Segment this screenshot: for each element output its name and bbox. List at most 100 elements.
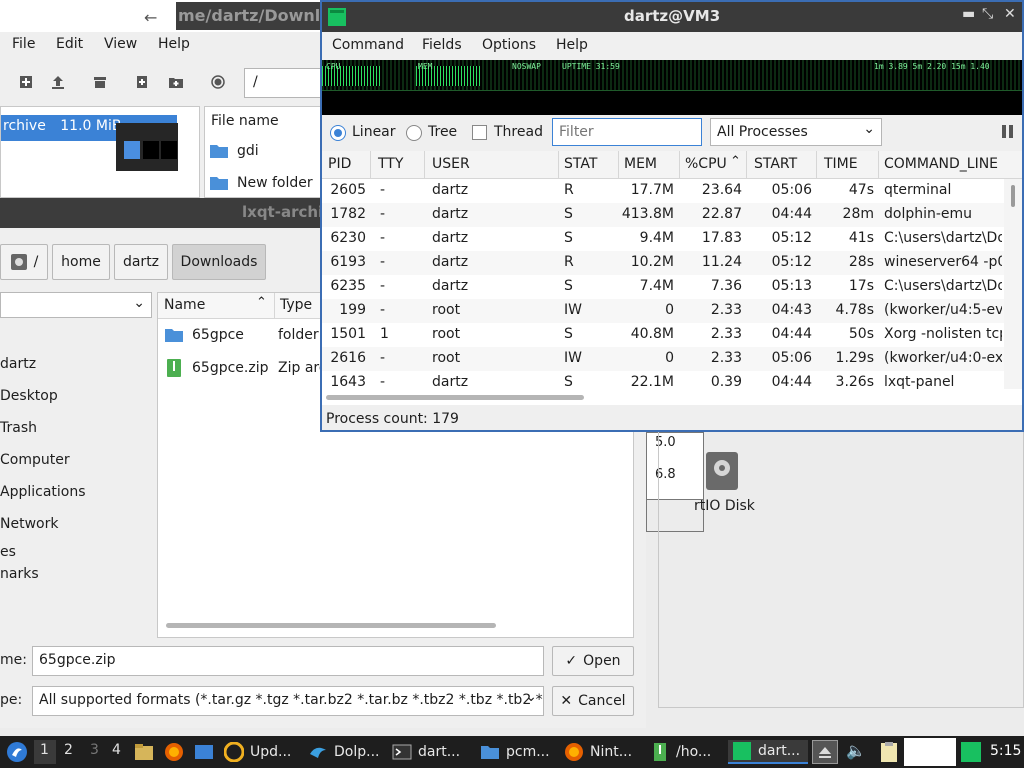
place-dartz[interactable]: dartz — [0, 356, 36, 372]
list-item[interactable]: 65gpce.zip Zip arc — [164, 359, 327, 377]
breadcrumb-downloads[interactable]: Downloads — [172, 244, 266, 280]
tree-radio[interactable] — [406, 125, 422, 141]
place-computer[interactable]: Computer — [0, 452, 70, 468]
desktop-2[interactable]: 2 — [64, 742, 73, 758]
clipboard-icon[interactable] — [878, 741, 900, 763]
clock[interactable]: 5:15 — [990, 743, 1021, 759]
cell-cpu: 2.33 — [710, 350, 742, 366]
filetype-select[interactable]: All supported formats (*.tar.gz *.tgz *.… — [32, 686, 544, 716]
place-applications[interactable]: Applications — [0, 484, 86, 500]
close-icon[interactable]: ✕ — [1004, 6, 1016, 22]
column-tty[interactable]: TTY — [378, 156, 403, 172]
menu-options[interactable]: Options — [482, 37, 536, 53]
column-mem[interactable]: MEM — [624, 156, 657, 172]
file-manager-icon[interactable] — [134, 742, 154, 762]
new-archive-icon[interactable] — [18, 74, 34, 90]
breadcrumb-home[interactable]: home — [52, 244, 110, 280]
disk-label[interactable]: rtIO Disk — [694, 498, 755, 514]
list-item[interactable]: gdi — [209, 143, 259, 159]
upload-icon[interactable] — [50, 74, 66, 90]
table-row[interactable]: 1782- dartz S 413.8M 22.87 04:44 28m dolphin-em… — [322, 203, 1004, 227]
vertical-scrollbar[interactable] — [1004, 179, 1022, 389]
archive-box-icon[interactable] — [92, 74, 108, 90]
disk-icon[interactable] — [706, 452, 738, 490]
cell-stat: R — [564, 254, 574, 270]
cell-tty: - — [380, 254, 386, 270]
menu-edit[interactable]: Edit — [56, 36, 83, 52]
horizontal-scrollbar[interactable] — [166, 623, 496, 628]
cell-start: 05:06 — [771, 182, 812, 198]
menu-help[interactable]: Help — [158, 36, 190, 52]
horizontal-scrollbar[interactable] — [326, 395, 584, 400]
place-devices[interactable]: es — [0, 544, 16, 560]
filter-input[interactable] — [552, 118, 702, 146]
app-icon[interactable] — [960, 741, 982, 763]
task-htop-active[interactable]: dart... — [728, 740, 808, 764]
task-terminal[interactable]: dart... — [392, 740, 460, 764]
cell-start: 05:12 — [771, 230, 812, 246]
table-row[interactable]: 6230- dartz S 9.4M 17.83 05:12 41s C:\users\dar… — [322, 227, 1004, 251]
back-arrow-icon[interactable]: ← — [144, 8, 157, 27]
open-button-label: Open — [583, 653, 621, 669]
desktop-3[interactable]: 3 — [90, 742, 99, 758]
task-pcmanfm[interactable]: pcm... — [480, 740, 550, 764]
place-network[interactable]: Network — [0, 516, 58, 532]
table-row[interactable]: 1501 1 root S 40.8M 2.33 04:44 50s Xorg -noliste… — [322, 323, 1004, 347]
menu-view[interactable]: View — [104, 36, 137, 52]
process-filter-select[interactable]: All Processes ⌄ — [710, 118, 882, 146]
menu-help[interactable]: Help — [556, 37, 588, 53]
breadcrumb-root[interactable]: / — [0, 244, 48, 280]
firefox-icon[interactable] — [164, 742, 184, 762]
column-cpu[interactable]: %CPU — [685, 156, 727, 172]
table-row[interactable]: 6235- dartz S 7.4M 7.36 05:13 17s C:\users\dart… — [322, 275, 1004, 299]
task-dolphin[interactable]: Dolp... — [308, 740, 379, 764]
table-row[interactable]: 2616- root IW 0 2.33 05:06 1.29s (kworker/u4:0-… — [322, 347, 1004, 371]
add-file-icon[interactable] — [134, 74, 150, 90]
start-menu-icon[interactable] — [6, 741, 28, 763]
thread-checkbox[interactable] — [472, 125, 487, 140]
window-icon[interactable] — [194, 742, 214, 762]
column-pid[interactable]: PID — [328, 156, 351, 172]
task-updater[interactable]: Upd... — [224, 740, 291, 764]
column-start[interactable]: START — [754, 156, 797, 172]
table-row[interactable]: 6193- dartz R 10.2M 11.24 05:12 28s wineserver6… — [322, 251, 1004, 275]
eject-icon[interactable] — [812, 740, 838, 764]
desktop-4[interactable]: 4 — [112, 742, 121, 758]
task-browser[interactable]: Nint... — [564, 740, 632, 764]
volume-icon[interactable]: 🔈 — [846, 741, 866, 760]
column-user[interactable]: USER — [432, 156, 470, 172]
uptime-label: UPTIME 31:59 — [562, 62, 620, 71]
column-time[interactable]: TIME — [824, 156, 858, 172]
places-dropdown[interactable]: ⌄ — [0, 292, 152, 318]
file-name-header[interactable]: File name — [211, 113, 279, 129]
cancel-button[interactable]: ✕ Cancel — [552, 686, 634, 716]
record-icon[interactable] — [210, 74, 226, 90]
place-bookmarks[interactable]: narks — [0, 566, 39, 582]
task-archiver[interactable]: /ho... — [650, 740, 711, 764]
maximize-icon[interactable]: ⤡ — [982, 6, 993, 22]
place-desktop[interactable]: Desktop — [0, 388, 58, 404]
column-stat[interactable]: STAT — [564, 156, 597, 172]
minimize-icon[interactable]: ▬ — [962, 6, 975, 22]
folder-icon — [210, 177, 228, 190]
menu-fields[interactable]: Fields — [422, 37, 462, 53]
list-item[interactable]: New folder — [209, 175, 313, 191]
column-type[interactable]: Type — [280, 297, 312, 313]
table-row[interactable]: 1643- dartz S 22.1M 0.39 04:44 3.26s lxqt-panel — [322, 371, 1004, 389]
list-item[interactable]: 65gpce folder — [164, 327, 319, 343]
menu-command[interactable]: Command — [332, 37, 404, 53]
table-row[interactable]: 199- root IW 0 2.33 04:43 4.78s (kworker/u4:5-e… — [322, 299, 1004, 323]
menu-file[interactable]: File — [12, 36, 35, 52]
linear-radio[interactable] — [330, 125, 346, 141]
column-name[interactable]: Name — [164, 297, 205, 313]
place-trash[interactable]: Trash — [0, 420, 37, 436]
table-row[interactable]: 2605- dartz R 17.7M 23.64 05:06 47s qterminal — [322, 179, 1004, 203]
desktop-1[interactable]: 1 — [40, 742, 49, 758]
archiver-path-input[interactable]: / — [244, 68, 324, 98]
add-folder-icon[interactable] — [168, 74, 184, 90]
cell-command: qterminal — [884, 182, 952, 198]
column-command-line[interactable]: COMMAND_LINE — [884, 156, 998, 172]
breadcrumb-dartz[interactable]: dartz — [114, 244, 168, 280]
filename-input[interactable]: 65gpce.zip — [32, 646, 544, 676]
open-button[interactable]: ✓ Open — [552, 646, 634, 676]
